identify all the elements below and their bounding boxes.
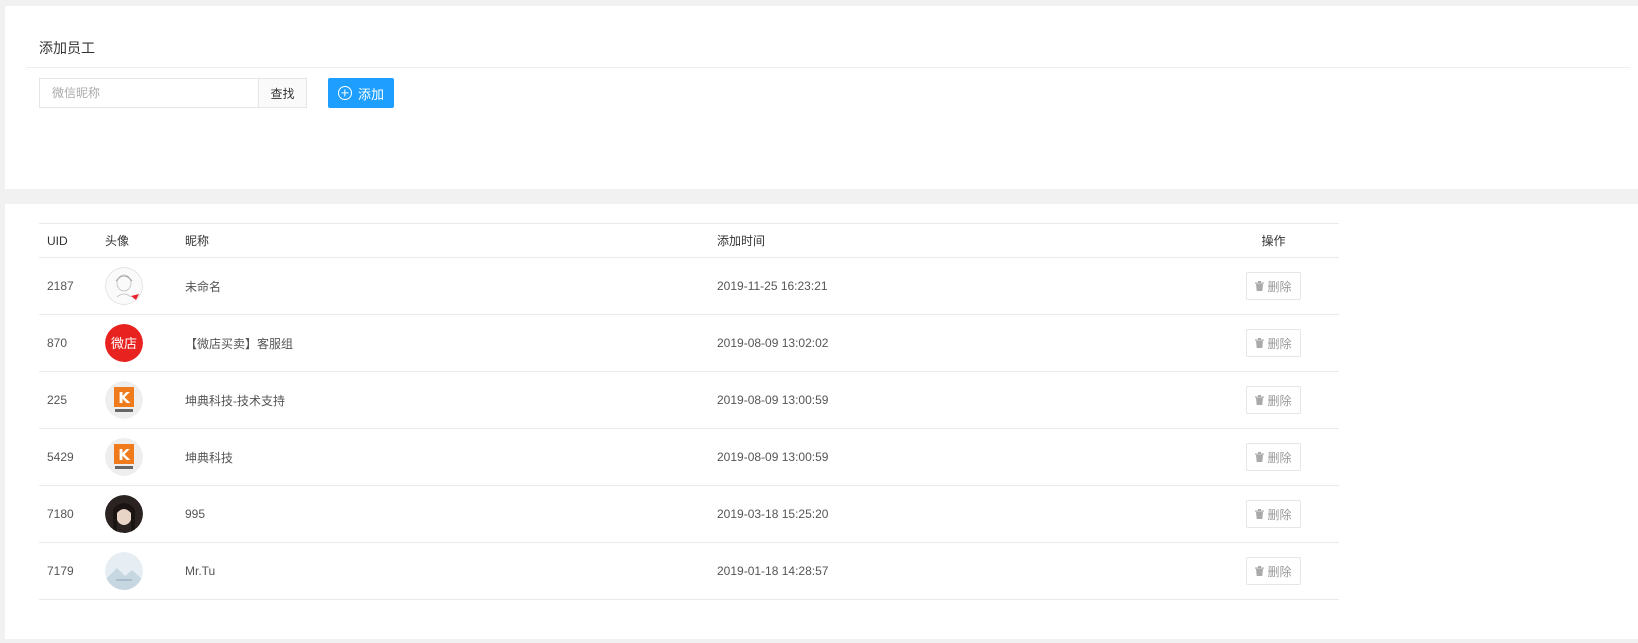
delete-button[interactable]: 删除 <box>1246 500 1301 528</box>
trash-icon <box>1255 452 1265 462</box>
delete-button-label: 删除 <box>1267 507 1292 522</box>
sketch-face-avatar <box>105 267 143 305</box>
cell-time: 2019-01-18 14:28:57 <box>717 564 829 578</box>
cell-uid: 2187 <box>47 279 74 293</box>
delete-button[interactable]: 删除 <box>1246 386 1301 414</box>
cell-uid: 225 <box>47 393 68 407</box>
search-button[interactable]: 查找 <box>258 78 307 108</box>
trash-icon <box>1255 395 1265 405</box>
cell-nickname: 坤典科技-技术支持 <box>185 393 285 408</box>
weidian-logo-avatar: 微店 <box>105 324 143 362</box>
delete-button[interactable]: 删除 <box>1246 272 1301 300</box>
cell-uid: 7180 <box>47 507 74 521</box>
table-row: 7179 Mr.Tu 2019-01-18 14:28:57 删除 <box>39 543 1339 600</box>
add-button-label: 添加 <box>357 86 384 102</box>
cell-nickname: Mr.Tu <box>185 564 216 578</box>
delete-button-label: 删除 <box>1267 450 1292 465</box>
trash-icon <box>1255 509 1265 519</box>
delete-button[interactable]: 删除 <box>1246 557 1301 585</box>
header-uid: UID <box>47 233 68 248</box>
table-header-row: UID 头像 昵称 添加时间 操作 <box>39 223 1339 258</box>
trash-icon <box>1255 566 1265 576</box>
cell-time: 2019-03-18 15:25:20 <box>717 507 829 521</box>
header-time: 添加时间 <box>717 234 766 248</box>
avatar-text: K <box>118 389 131 407</box>
delete-button[interactable]: 删除 <box>1246 329 1301 357</box>
kundian-logo-avatar: K <box>105 381 143 419</box>
cell-time: 2019-11-25 16:23:21 <box>717 279 828 293</box>
delete-button-label: 删除 <box>1267 279 1292 294</box>
avatar-text: 微店 <box>111 337 137 352</box>
cell-nickname: 坤典科技 <box>185 450 234 465</box>
search-input[interactable] <box>39 78 258 108</box>
landscape-avatar <box>105 552 143 590</box>
cell-nickname: 【微店买卖】客服组 <box>185 336 294 351</box>
staff-list-panel: UID 头像 昵称 添加时间 操作 2187 未命名 2019-11-25 16:2… <box>5 204 1638 639</box>
header-avatar: 头像 <box>105 234 130 248</box>
panel-title: 添加员工 <box>39 40 95 56</box>
divider <box>26 67 1630 68</box>
delete-button-label: 删除 <box>1267 336 1292 351</box>
cell-uid: 870 <box>47 336 68 350</box>
header-action: 操作 <box>1261 234 1286 248</box>
cell-time: 2019-08-09 13:02:02 <box>717 336 829 350</box>
cell-time: 2019-08-09 13:00:59 <box>717 450 829 464</box>
add-staff-panel: 添加员工 查找 添加 <box>5 6 1638 189</box>
cell-nickname: 995 <box>185 507 206 521</box>
plus-circle-icon <box>337 86 352 100</box>
portrait-photo-avatar <box>105 495 143 533</box>
cell-uid: 5429 <box>47 450 74 464</box>
staff-table: UID 头像 昵称 添加时间 操作 2187 未命名 2019-11-25 16:2… <box>39 223 1339 600</box>
add-button[interactable]: 添加 <box>328 78 394 108</box>
table-row: 225 K 坤典科技-技术支持 2019-08-09 13:00:59 删除 <box>39 372 1339 429</box>
search-group: 查找 <box>39 78 307 108</box>
trash-icon <box>1255 338 1265 348</box>
cell-time: 2019-08-09 13:00:59 <box>717 393 829 407</box>
delete-button[interactable]: 删除 <box>1246 443 1301 471</box>
delete-button-label: 删除 <box>1267 393 1292 408</box>
table-row: 2187 未命名 2019-11-25 16:23:21 删除 <box>39 258 1339 315</box>
table-row: 870 微店 【微店买卖】客服组 2019-08-09 13:02:02 删除 <box>39 315 1339 372</box>
kundian-logo-avatar: K <box>105 438 143 476</box>
delete-button-label: 删除 <box>1267 564 1292 579</box>
avatar-text: K <box>118 446 131 464</box>
cell-uid: 7179 <box>47 564 74 578</box>
trash-icon <box>1255 281 1265 291</box>
table-row: 7180 995 2019-03-18 15:25:20 删除 <box>39 486 1339 543</box>
cell-nickname: 未命名 <box>185 279 222 294</box>
header-nickname: 昵称 <box>185 234 210 248</box>
table-row: 5429 K 坤典科技 2019-08-09 13:00:59 删除 <box>39 429 1339 486</box>
